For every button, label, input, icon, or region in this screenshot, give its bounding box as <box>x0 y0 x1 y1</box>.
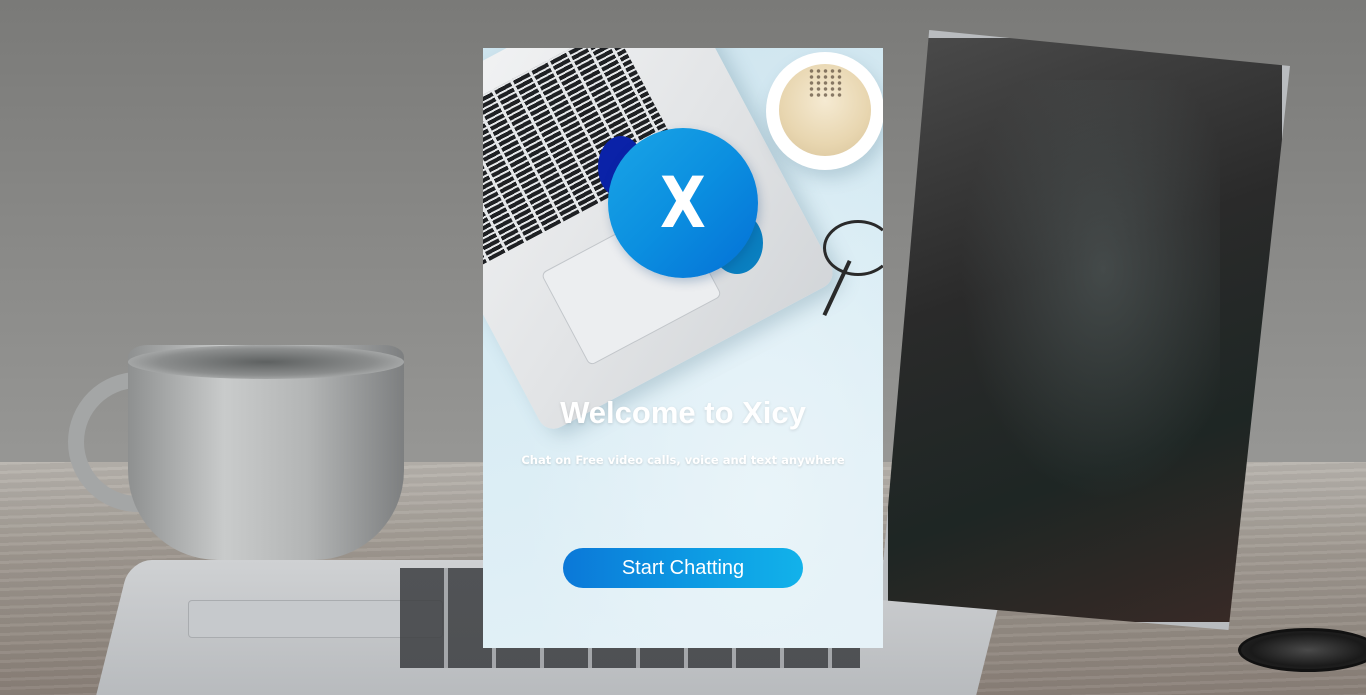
background-lens-cap <box>1238 628 1366 672</box>
background-screen-reflection <box>960 80 1220 500</box>
card-illustration-glasses <box>823 220 883 276</box>
card-illustration-coffee-foam <box>808 68 843 98</box>
page-title: Welcome to Xicy <box>560 395 806 430</box>
welcome-card: X Welcome to Xicy Chat on Free video cal… <box>483 48 883 648</box>
logo-letter: X <box>660 162 706 244</box>
xicy-logo-icon: X <box>608 128 758 278</box>
start-chatting-button[interactable]: Start Chatting <box>563 548 803 588</box>
background-mug-rim <box>128 345 404 379</box>
page-subtitle: Chat on Free video calls, voice and text… <box>521 453 845 467</box>
